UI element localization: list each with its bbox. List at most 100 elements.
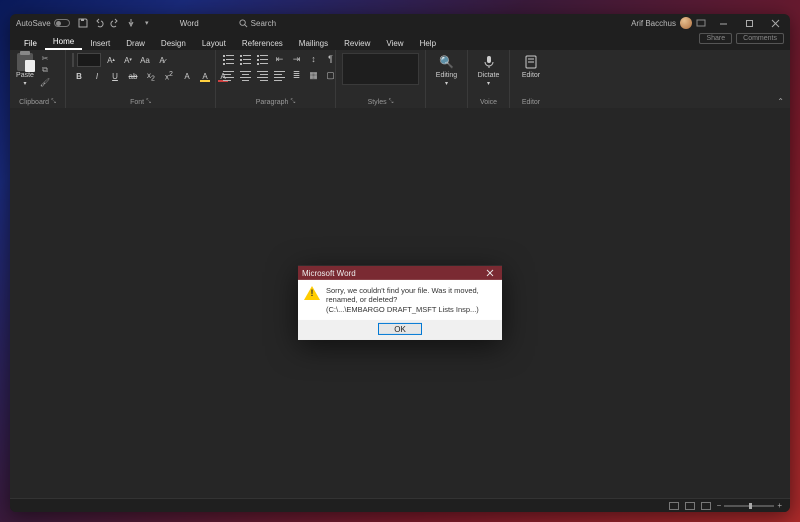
undo-icon[interactable] [94,18,104,28]
maximize-button[interactable] [736,14,762,32]
minimize-button[interactable] [710,14,736,32]
change-case-button[interactable]: Aa [138,53,152,67]
group-voice: Dictate ▾ Voice [468,50,510,108]
group-font: A▴ A▾ Aa A̷ B I U ab x2 x2 A A A Font⤡ [66,50,216,108]
grow-font-button[interactable]: A▴ [104,53,118,67]
dialog-launcher-icon[interactable]: ⤡ [146,99,151,106]
group-styles: Styles⤡ [336,50,426,108]
sort-button[interactable]: ↕ [307,53,320,65]
share-button[interactable]: Share [699,33,732,44]
copy-icon[interactable]: ⧉ [39,65,51,75]
paste-button[interactable]: Paste ▾ [16,53,34,87]
group-editing: 🔍 Editing ▾ [426,50,468,108]
close-button[interactable] [762,14,788,32]
align-left-button[interactable] [222,69,235,81]
shading-button[interactable]: ▦ [307,69,320,81]
editing-button[interactable]: 🔍 Editing ▾ [432,53,461,87]
group-clipboard: Paste ▾ ✂ ⧉ 🖌 Clipboard⤡ [10,50,66,108]
group-paragraph: ⇤ ⇥ ↕ ¶ ≣ ▦ ▢ Paragraph⤡ [216,50,336,108]
title-bar: AutoSave ▾ Word Search Arif Bacchus [10,14,790,32]
bullets-button[interactable] [222,53,235,65]
zoom-out-button[interactable]: − [717,501,722,510]
status-bar: − + [10,498,790,512]
account-info[interactable]: Arif Bacchus [631,17,692,29]
user-name: Arif Bacchus [631,19,676,28]
format-painter-icon[interactable]: 🖌 [39,77,51,87]
align-center-button[interactable] [239,69,252,81]
dialog-launcher-icon[interactable]: ⤡ [290,99,295,106]
dialog-title: Microsoft Word [302,268,356,277]
dialog-close-button[interactable] [482,266,498,280]
dialog-launcher-icon[interactable]: ⤡ [389,99,394,106]
app-window: AutoSave ▾ Word Search Arif Bacchus File [10,14,790,512]
dictate-button[interactable]: Dictate ▾ [474,53,503,87]
dialog-titlebar[interactable]: Microsoft Word [298,266,502,280]
read-mode-icon[interactable] [669,502,679,510]
line-spacing-button[interactable]: ≣ [290,69,303,81]
font-name-selector[interactable] [72,53,74,67]
ok-button[interactable]: OK [378,323,422,335]
numbering-button[interactable] [239,53,252,65]
document-title: Word [180,19,199,28]
strikethrough-button[interactable]: ab [126,72,140,81]
tab-view[interactable]: View [378,36,411,50]
underline-button[interactable]: U [108,72,122,81]
styles-gallery[interactable] [342,53,419,85]
touch-mode-icon[interactable] [126,18,136,28]
redo-icon[interactable] [110,18,120,28]
dialog-message: Sorry, we couldn't find your file. Was i… [326,286,496,314]
tab-mailings[interactable]: Mailings [291,36,336,50]
clipboard-icon [17,53,33,71]
tab-insert[interactable]: Insert [82,36,118,50]
warning-icon [304,286,320,302]
ribbon: Paste ▾ ✂ ⧉ 🖌 Clipboard⤡ A▴ A▾ Aa [10,50,790,108]
ribbon-display-icon[interactable] [696,18,706,28]
document-canvas[interactable]: Microsoft Word Sorry, we couldn't find y… [10,108,790,498]
decrease-indent-button[interactable]: ⇤ [273,53,286,65]
font-size-selector[interactable] [77,53,101,67]
print-layout-icon[interactable] [685,502,695,510]
web-layout-icon[interactable] [701,502,711,510]
multilevel-list-button[interactable] [256,53,269,65]
find-icon: 🔍 [438,53,456,71]
subscript-button[interactable]: x2 [144,71,158,83]
window-controls [710,14,788,32]
search-icon [239,19,248,28]
tab-design[interactable]: Design [153,36,194,50]
shrink-font-button[interactable]: A▾ [121,53,135,67]
cut-icon[interactable]: ✂ [39,53,51,63]
highlight-button[interactable]: A [198,72,212,81]
superscript-button[interactable]: x2 [162,71,176,82]
tab-review[interactable]: Review [336,36,378,50]
quick-access-toolbar: ▾ [78,18,152,28]
collapse-ribbon-icon[interactable]: ⌃ [777,97,784,106]
bold-button[interactable]: B [72,72,86,81]
zoom-slider[interactable] [724,505,774,507]
comments-button[interactable]: Comments [736,33,784,44]
text-effects-button[interactable]: A [180,72,194,81]
autosave-label: AutoSave [16,19,51,28]
save-icon[interactable] [78,18,88,28]
zoom-in-button[interactable]: + [777,501,782,510]
tab-help[interactable]: Help [412,36,444,50]
italic-button[interactable]: I [90,72,104,81]
editor-button[interactable]: Editor [516,53,546,79]
tab-layout[interactable]: Layout [194,36,234,50]
tab-file[interactable]: File [16,36,45,50]
tab-home[interactable]: Home [45,34,82,50]
justify-button[interactable] [273,69,286,81]
search-placeholder: Search [251,19,276,28]
dialog-launcher-icon[interactable]: ⤡ [51,99,56,106]
clear-formatting-button[interactable]: A̷ [155,53,169,67]
search-box[interactable]: Search [239,19,631,28]
zoom-control[interactable]: − + [717,501,782,510]
autosave-toggle[interactable]: AutoSave [12,19,70,28]
tab-references[interactable]: References [234,36,291,50]
qat-customize-icon[interactable]: ▾ [142,18,152,28]
increase-indent-button[interactable]: ⇥ [290,53,303,65]
error-dialog: Microsoft Word Sorry, we couldn't find y… [298,266,502,340]
tab-draw[interactable]: Draw [118,36,153,50]
align-right-button[interactable] [256,69,269,81]
avatar-icon [680,17,692,29]
ribbon-tabs: File Home Insert Draw Design Layout Refe… [10,32,790,50]
